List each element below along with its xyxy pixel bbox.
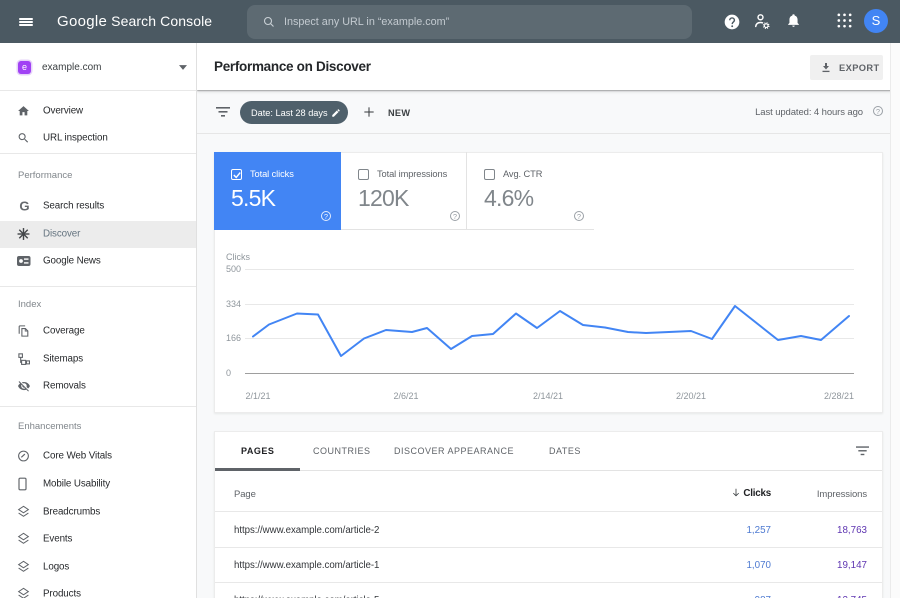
svg-text:G: G: [19, 199, 29, 214]
